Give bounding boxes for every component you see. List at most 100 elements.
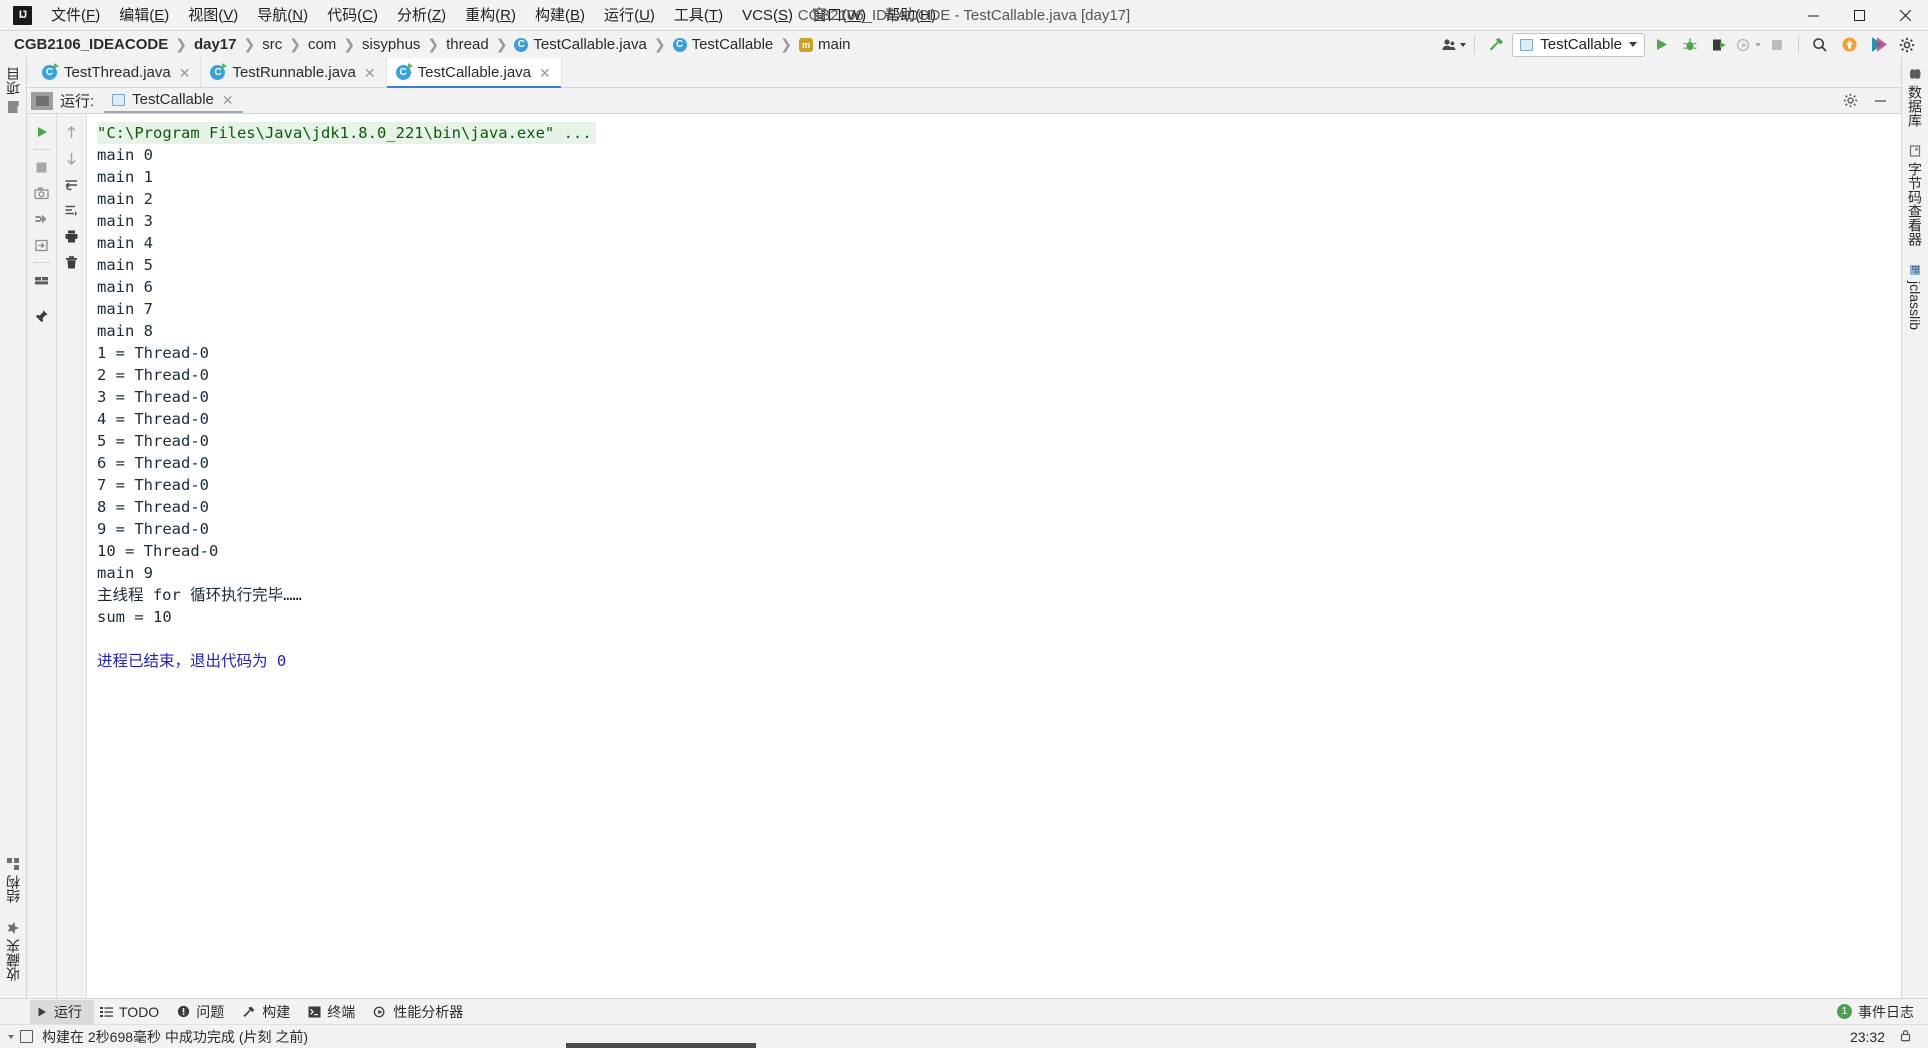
menu-navigate[interactable]: 导航(N): [248, 3, 317, 28]
settings-gear-icon[interactable]: [1894, 33, 1920, 57]
breadcrumb-item-com[interactable]: com: [302, 34, 342, 55]
debug-bug-icon[interactable]: [1677, 33, 1703, 57]
user-avatar-icon[interactable]: [1440, 33, 1466, 57]
run-with-coverage-icon[interactable]: [1706, 33, 1732, 57]
sidebar-item-project[interactable]: 项目: [0, 58, 27, 117]
console-line: main 5: [97, 256, 153, 274]
menu-tools[interactable]: 工具(T): [665, 3, 732, 28]
breadcrumb-item-module[interactable]: day17: [188, 34, 243, 55]
search-icon[interactable]: [1807, 33, 1833, 57]
stop-square-icon: [1764, 33, 1790, 57]
run-config-icon: [112, 93, 126, 106]
run-configuration-selector[interactable]: TestCallable: [1512, 32, 1645, 57]
menu-help-mnemonic: H: [920, 6, 931, 24]
menu-view[interactable]: 视图(V): [179, 3, 247, 28]
editor-tab-testcallable[interactable]: C TestCallable.java ✕: [386, 58, 562, 88]
menu-vcs[interactable]: VCS(S): [733, 3, 802, 28]
chevron-down-icon: [1754, 42, 1761, 47]
terminal-icon: [308, 1006, 321, 1017]
run-button[interactable]: [1648, 33, 1674, 57]
editor-tab-testrunnable[interactable]: C TestRunnable.java ✕: [201, 58, 387, 87]
method-icon: m: [799, 37, 814, 52]
menu-file[interactable]: 文件(F): [42, 3, 109, 28]
close-icon[interactable]: ✕: [363, 66, 377, 80]
status-item-terminal[interactable]: 终端: [302, 1000, 367, 1024]
settings-gear-icon[interactable]: [1837, 89, 1863, 113]
run-session-tab[interactable]: TestCallable ✕: [104, 88, 243, 113]
breadcrumb-item-sisyphus[interactable]: sisyphus: [356, 34, 426, 55]
main-toolbar: TestCallable: [1440, 32, 1928, 57]
taskbar-peek: [566, 1043, 756, 1048]
sidebar-item-favorites[interactable]: 收藏夹: [0, 912, 27, 990]
profiler-icon[interactable]: [1735, 33, 1761, 57]
plugins-icon[interactable]: [1865, 33, 1891, 57]
console-line: main 1: [97, 168, 153, 186]
lock-icon[interactable]: [1899, 1029, 1912, 1045]
breadcrumb-item-method[interactable]: m main: [793, 34, 857, 55]
menu-edit[interactable]: 编辑(E): [110, 3, 178, 28]
console-line: main 7: [97, 300, 153, 318]
breadcrumb-item-class[interactable]: C TestCallable: [667, 34, 780, 55]
menu-analyze[interactable]: 分析(Z): [388, 3, 455, 28]
menu-help[interactable]: 帮助(H): [876, 3, 945, 28]
minimize-button[interactable]: [1790, 0, 1836, 30]
close-icon[interactable]: ✕: [221, 93, 235, 107]
run-tool-window-title: 运行:: [60, 93, 95, 110]
project-folder-icon[interactable]: [31, 91, 53, 110]
breadcrumb-separator-icon: ❯: [495, 36, 508, 52]
chevron-down-icon: [1629, 42, 1637, 47]
console-line: 主线程 for 循环执行完毕……: [97, 586, 302, 604]
status-item-build[interactable]: 构建: [236, 1000, 302, 1024]
project-icon: [7, 99, 20, 115]
breadcrumb-item-thread[interactable]: thread: [440, 34, 495, 55]
close-icon[interactable]: ✕: [178, 66, 192, 80]
console-line: 8 = Thread-0: [97, 498, 209, 516]
maximize-button[interactable]: [1836, 0, 1882, 30]
status-item-profiler[interactable]: 性能分析器: [367, 1000, 475, 1024]
run-config-label: TestCallable: [1540, 36, 1622, 53]
pin-icon[interactable]: [30, 304, 54, 328]
hide-window-icon[interactable]: [1867, 89, 1893, 113]
layout-icon[interactable]: [30, 268, 54, 292]
menu-analyze-label: 分析: [396, 6, 427, 24]
run-tool-window-body: "C:\Program Files\Java\jdk1.8.0_221\bin\…: [27, 114, 1901, 998]
sidebar-item-bytecode-viewer[interactable]: 字节码查看器: [1901, 136, 1928, 255]
soft-wrap-icon[interactable]: [60, 172, 84, 196]
hammer-build-icon[interactable]: [1483, 33, 1509, 57]
scroll-to-end-icon[interactable]: [60, 198, 84, 222]
breadcrumb-item-file[interactable]: C TestCallable.java: [508, 34, 652, 55]
sidebar-item-label: 收藏夹: [5, 939, 21, 981]
exit-arrow-icon[interactable]: [30, 233, 54, 257]
thread-dump-icon[interactable]: [30, 207, 54, 231]
trash-icon[interactable]: [60, 250, 84, 274]
camera-icon[interactable]: [30, 181, 54, 205]
chevron-down-icon[interactable]: [8, 1034, 14, 1039]
arrow-up-icon[interactable]: [60, 120, 84, 144]
sidebar-item-database[interactable]: 数据库: [1901, 58, 1928, 136]
editor-tab-label: TestThread.java: [64, 64, 171, 81]
menu-window[interactable]: 窗口(W): [803, 3, 875, 28]
menu-code[interactable]: 代码(C): [318, 3, 387, 28]
rerun-button[interactable]: [30, 120, 54, 144]
arrow-down-icon[interactable]: [60, 146, 84, 170]
breadcrumb-item-src[interactable]: src: [256, 34, 288, 55]
sidebar-item-jclasslib[interactable]: jclasslib: [1903, 255, 1927, 339]
menu-build[interactable]: 构建(B): [526, 3, 594, 28]
editor-tab-label: TestCallable.java: [417, 64, 532, 81]
menu-run[interactable]: 运行(U): [595, 3, 664, 28]
status-item-run[interactable]: 运行: [30, 999, 94, 1024]
breadcrumb-separator-icon: ❯: [780, 36, 793, 52]
close-icon[interactable]: ✕: [538, 66, 552, 80]
menu-refactor[interactable]: 重构(R): [456, 3, 525, 28]
close-button[interactable]: [1882, 0, 1928, 30]
java-class-icon: C: [42, 63, 59, 80]
status-item-problems[interactable]: 问题: [171, 1000, 236, 1024]
console-output[interactable]: "C:\Program Files\Java\jdk1.8.0_221\bin\…: [87, 114, 1901, 998]
sidebar-item-structure[interactable]: 结构: [0, 849, 27, 912]
update-project-icon[interactable]: [1836, 33, 1862, 57]
event-log-label[interactable]: 事件日志: [1858, 1002, 1914, 1022]
status-item-todo[interactable]: TODO: [94, 1002, 171, 1022]
printer-icon[interactable]: [60, 224, 84, 248]
breadcrumb-item-project[interactable]: CGB2106_IDEACODE: [8, 34, 174, 55]
editor-tab-testthread[interactable]: C TestThread.java ✕: [33, 58, 202, 87]
